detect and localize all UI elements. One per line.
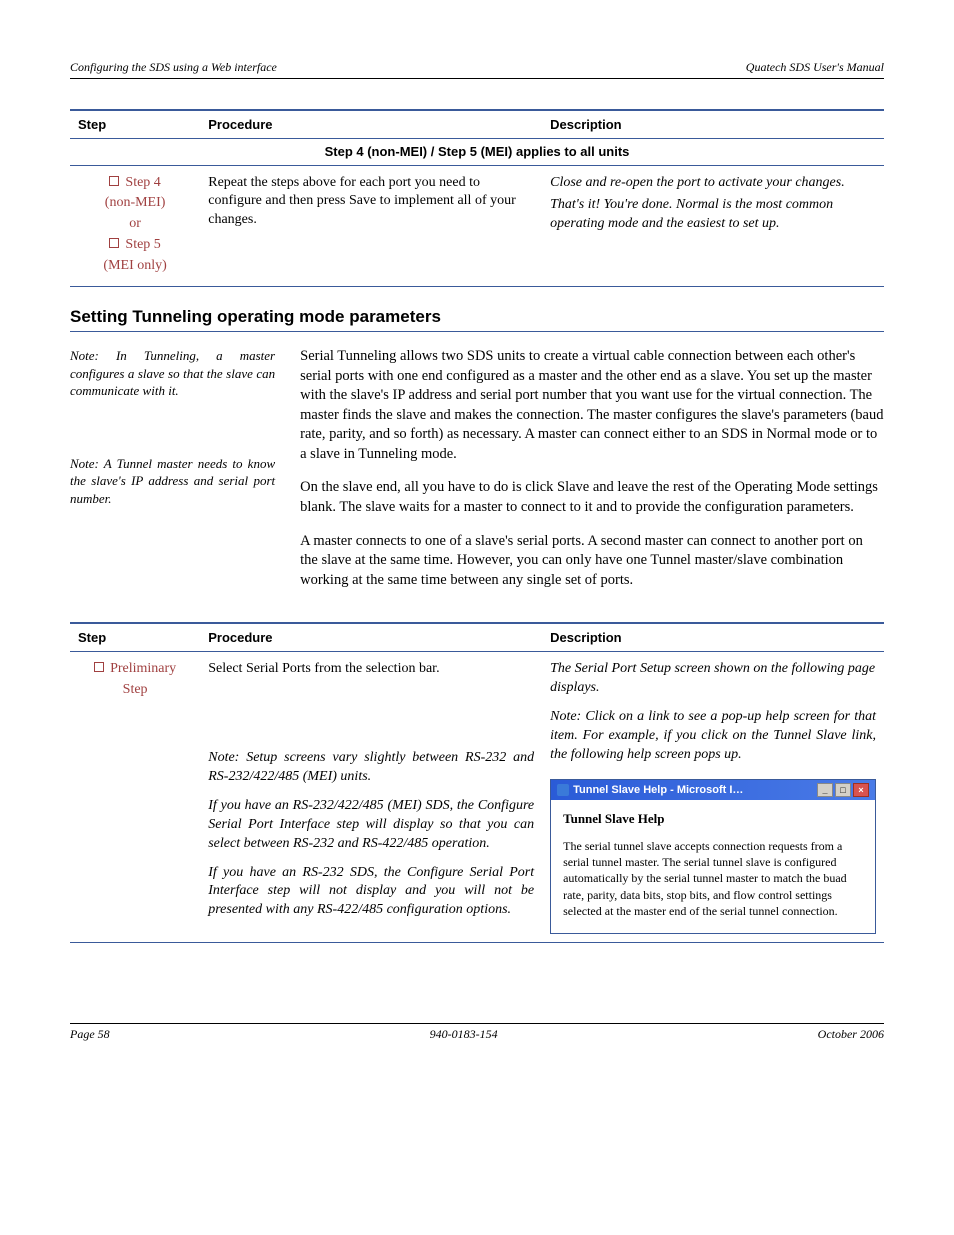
table-preliminary: Step Procedure Description Preliminary S… <box>70 622 884 943</box>
window-buttons: _ □ × <box>817 783 869 797</box>
notes-sidebar: Note: In Tunneling, a master configures … <box>70 347 275 604</box>
col-description: Description <box>542 110 884 139</box>
section-heading: Setting Tunneling operating mode paramet… <box>70 307 884 332</box>
maximize-icon[interactable]: □ <box>835 783 851 797</box>
description-cell: The Serial Port Setup screen shown on th… <box>542 652 884 943</box>
step-label: Preliminary <box>110 661 176 676</box>
footer-right: October 2006 <box>818 1027 884 1042</box>
col-description: Description <box>542 623 884 652</box>
body-paragraph: A master connects to one of a slave's se… <box>300 532 884 591</box>
note-text: Note: A Tunnel master needs to know the … <box>70 455 275 508</box>
col-step: Step <box>70 110 200 139</box>
body-text: Serial Tunneling allows two SDS units to… <box>300 347 884 604</box>
procedure-note: Note: Setup screens vary slightly betwee… <box>208 749 534 787</box>
header-right: Quatech SDS User's Manual <box>746 60 884 75</box>
ie-icon <box>557 784 569 796</box>
desc-line: The Serial Port Setup screen shown on th… <box>550 660 876 698</box>
checkbox-icon <box>94 662 104 672</box>
col-step: Step <box>70 623 200 652</box>
body-paragraph: On the slave end, all you have to do is … <box>300 478 884 517</box>
footer-left: Page 58 <box>70 1027 110 1042</box>
content-columns: Note: In Tunneling, a master configures … <box>70 347 884 604</box>
step-cell: Preliminary Step <box>70 652 200 943</box>
spanrow-text: Step 4 (non-MEI) / Step 5 (MEI) applies … <box>70 139 884 166</box>
note-text: Note: In Tunneling, a master configures … <box>70 347 275 400</box>
help-titlebar: Tunnel Slave Help - Microsoft I… _ □ × <box>551 780 875 801</box>
table-row: Preliminary Step Select Serial Ports fro… <box>70 652 884 943</box>
table-row: Step Procedure Description <box>70 623 884 652</box>
desc-line: That's it! You're done. Normal is the mo… <box>550 196 876 234</box>
desc-line: Close and re-open the port to activate y… <box>550 174 876 193</box>
step-label: Step 5 <box>125 237 160 252</box>
step-label: Step 4 <box>125 175 160 190</box>
help-window-title: Tunnel Slave Help - Microsoft I… <box>557 783 743 798</box>
step-sublabel: Step <box>78 681 192 700</box>
minimize-icon[interactable]: _ <box>817 783 833 797</box>
step-or: or <box>78 215 192 234</box>
help-heading: Tunnel Slave Help <box>563 810 863 828</box>
checkbox-icon <box>109 176 119 186</box>
footer-center: 940-0183-154 <box>430 1027 498 1042</box>
close-icon[interactable]: × <box>853 783 869 797</box>
header-left: Configuring the SDS using a Web interfac… <box>70 60 277 75</box>
help-popup: Tunnel Slave Help - Microsoft I… _ □ × T… <box>550 779 876 934</box>
step-sublabel: (non-MEI) <box>78 194 192 213</box>
col-procedure: Procedure <box>200 623 542 652</box>
procedure-note: If you have an RS-232 SDS, the Configure… <box>208 864 534 921</box>
body-paragraph: Serial Tunneling allows two SDS units to… <box>300 347 884 464</box>
col-procedure: Procedure <box>200 110 542 139</box>
procedure-text: Select Serial Ports from the selection b… <box>208 660 534 679</box>
help-body: Tunnel Slave Help The serial tunnel slav… <box>551 800 875 932</box>
procedure-cell: Repeat the steps above for each port you… <box>200 165 542 286</box>
description-cell: Close and re-open the port to activate y… <box>542 165 884 286</box>
procedure-cell: Select Serial Ports from the selection b… <box>200 652 542 943</box>
step-sublabel: (MEI only) <box>78 257 192 276</box>
procedure-note: If you have an RS-232/422/485 (MEI) SDS,… <box>208 797 534 854</box>
page-header: Configuring the SDS using a Web interfac… <box>70 60 884 79</box>
table-row: Step 4 (non-MEI) or Step 5 (MEI only) Re… <box>70 165 884 286</box>
help-text: The serial tunnel slave accepts connecti… <box>563 838 863 919</box>
help-title-text: Tunnel Slave Help - Microsoft I… <box>573 784 743 796</box>
checkbox-icon <box>109 238 119 248</box>
table-row: Step Procedure Description <box>70 110 884 139</box>
desc-note: Note: Click on a link to see a pop-up he… <box>550 708 876 765</box>
step-cell: Step 4 (non-MEI) or Step 5 (MEI only) <box>70 165 200 286</box>
table-row: Step 4 (non-MEI) / Step 5 (MEI) applies … <box>70 139 884 166</box>
table-step4: Step Procedure Description Step 4 (non-M… <box>70 109 884 287</box>
page-footer: Page 58 940-0183-154 October 2006 <box>70 1023 884 1042</box>
